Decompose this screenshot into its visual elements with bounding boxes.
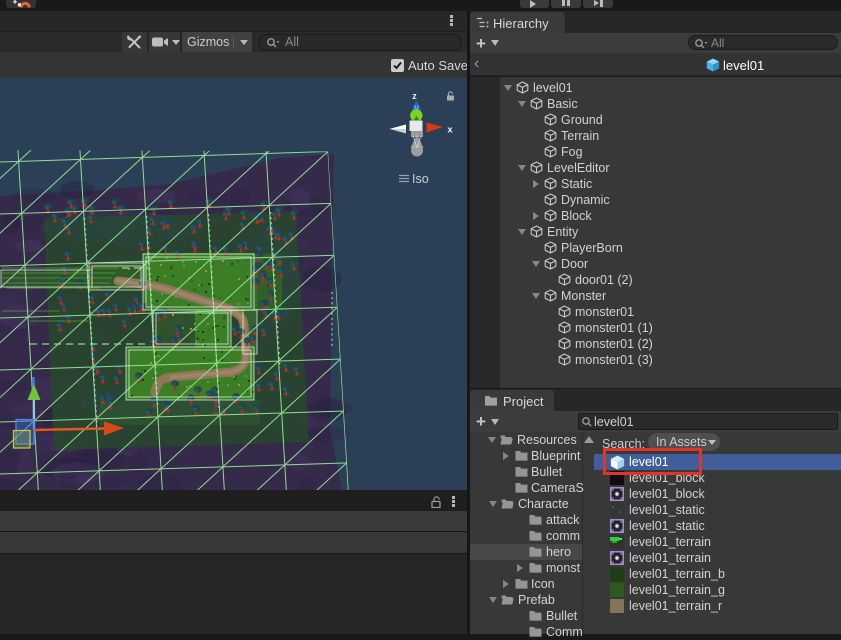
svg-text:x: x — [447, 125, 453, 136]
svg-text:Iso: Iso — [412, 172, 429, 186]
svg-text:z: z — [412, 91, 417, 101]
